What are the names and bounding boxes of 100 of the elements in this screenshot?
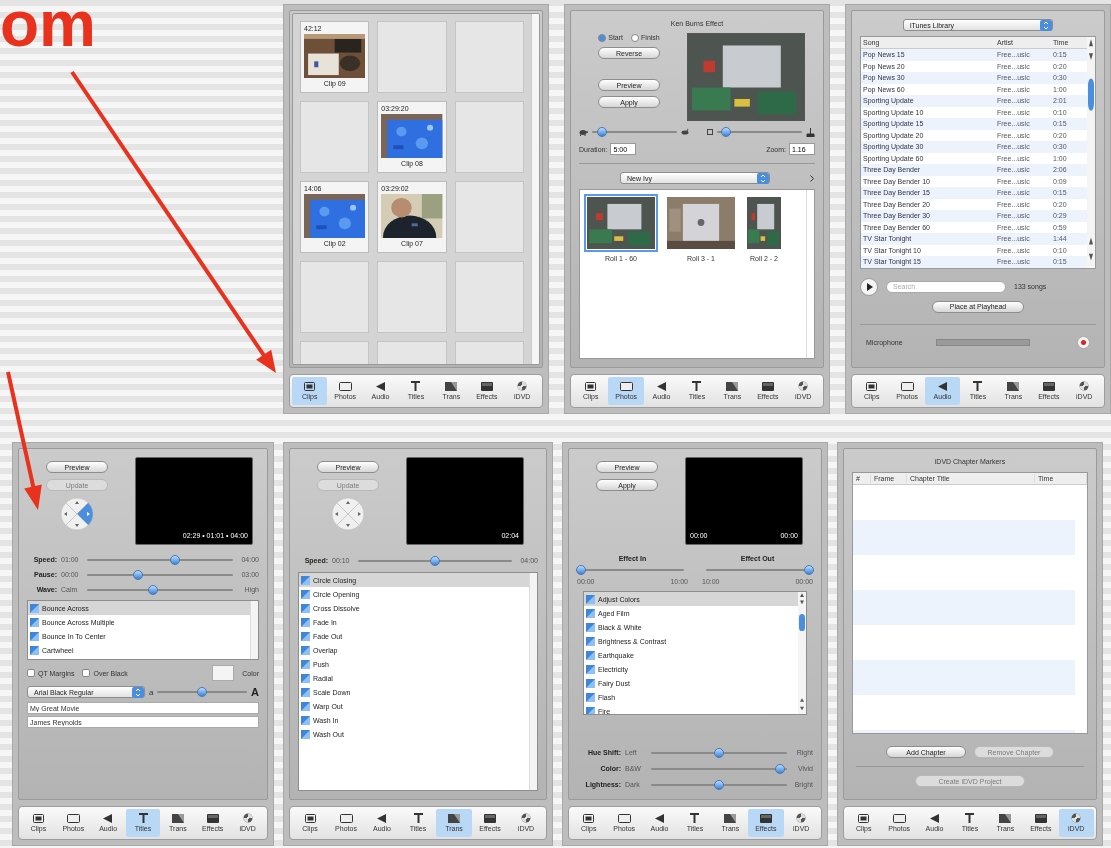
record-icon[interactable] [1077,335,1090,349]
thumbnail-icon [301,687,310,697]
direction-segment[interactable] [65,497,89,515]
text-icon [411,381,421,391]
transition-icon [999,813,1012,823]
transition-icon [724,813,737,823]
thumbnail-icon [30,603,39,613]
text-icon [965,813,975,823]
slider-thumb[interactable] [597,127,608,137]
slider-thumb[interactable] [720,127,731,137]
speaker-icon [929,813,940,823]
thumbnail-icon [586,678,595,688]
radio-button[interactable] [631,33,640,42]
thumbnail-icon [301,589,310,599]
hare-icon [681,129,689,135]
speaker-icon [656,381,667,391]
photo-icon [900,381,914,391]
direction-segment[interactable] [65,513,89,531]
empty-cell [300,261,370,333]
effects-icon [1034,813,1047,823]
scrollbar[interactable] [529,573,537,790]
transition-icon [171,813,184,823]
thumbnail-icon [30,645,39,655]
slider-thumb[interactable] [147,584,158,595]
transition-icon [1007,381,1020,391]
thumbnail-icon [586,706,595,714]
speaker-icon [377,813,387,823]
slider-thumb[interactable] [430,555,440,566]
thumbnail-icon [586,594,595,604]
thumbnail-icon [301,715,310,725]
disc-icon [517,381,528,391]
text-icon [973,381,983,391]
effects-icon [761,381,774,391]
photo-icon [338,381,352,391]
small-image-icon [707,129,713,135]
chevron-right-icon[interactable] [810,174,814,182]
slider-thumb[interactable] [714,747,724,758]
thumbnail-icon [301,617,310,627]
scrollbar[interactable] [531,14,539,364]
color-swatch[interactable] [212,665,235,681]
disc-icon [796,813,807,823]
speaker-icon [103,813,114,823]
checkbox[interactable] [27,669,35,677]
effects-icon [206,813,219,823]
disc-icon [1071,813,1082,823]
thumbnail-icon [301,645,310,655]
scrollbar[interactable] [250,601,258,659]
empty-cell [454,181,524,253]
direction-segment[interactable] [347,502,365,526]
chevron-icon [757,172,769,184]
photo-icon [339,813,353,823]
checkbox[interactable] [82,669,91,677]
clip-icon [32,813,44,823]
speaker-icon [375,381,386,391]
text-icon [413,813,423,823]
photo-icon [892,813,906,823]
photo-icon [66,813,80,823]
slider-thumb[interactable] [133,569,144,580]
chevron-icon [132,686,144,698]
slider-thumb[interactable] [169,554,180,565]
play-icon[interactable] [860,277,878,296]
thumbnail-icon [301,575,310,585]
thumbnail-icon [301,631,310,641]
thumbnail-icon [301,729,310,739]
direction-segment[interactable] [60,502,78,526]
clip-icon [585,381,597,391]
photo-icon [617,813,631,823]
thumbnail-icon [30,617,39,627]
disc-icon [1079,381,1090,391]
disc-icon [521,813,531,823]
scrollbar[interactable] [798,592,806,714]
speaker-icon [937,381,948,391]
thumbnail-icon [586,636,595,646]
text-icon [692,381,702,391]
empty-cell [454,261,524,333]
thumbnail-icon [30,631,39,641]
slider-thumb[interactable] [775,763,786,774]
thumbnail-icon [586,664,595,674]
large-image-icon [806,127,815,137]
thumbnail-icon [586,692,595,702]
clip-icon [304,813,316,823]
disc-icon [798,381,809,391]
direction-segment[interactable] [76,502,94,526]
slider-thumb[interactable] [197,687,208,697]
direction-segment[interactable] [336,513,360,531]
direction-segment[interactable] [336,497,360,515]
thumbnail-icon [586,650,595,660]
effects-icon [759,813,772,823]
slider-thumb[interactable] [576,565,586,575]
slider-thumb[interactable] [714,779,724,790]
clip-icon [583,813,595,823]
small-size-label: a [149,687,154,697]
direction-segment[interactable] [331,502,349,526]
radio-button[interactable] [598,33,607,42]
heading: om [0,0,97,50]
scrollbar[interactable] [1087,37,1095,268]
thumbnail-icon [301,603,310,613]
slider-thumb[interactable] [804,565,814,575]
large-size-label: A [251,686,259,698]
thumbnail-icon [586,622,595,632]
